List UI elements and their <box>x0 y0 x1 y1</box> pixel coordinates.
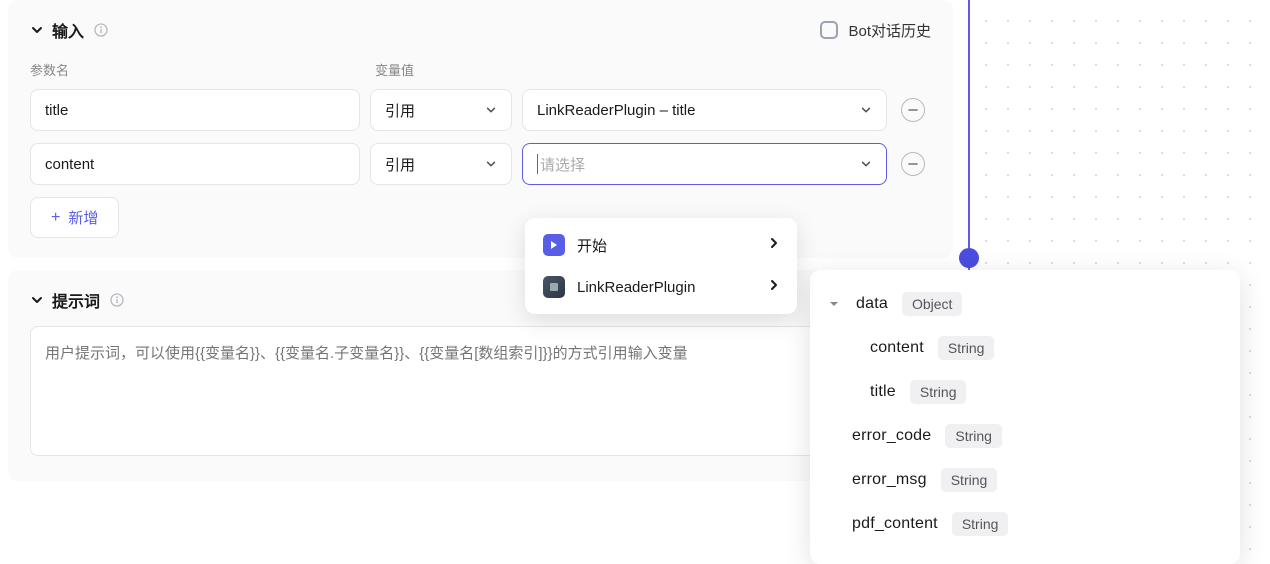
schema-field-type: Object <box>902 292 962 316</box>
schema-field-name: error_msg <box>852 471 927 489</box>
connection-node[interactable] <box>959 248 979 268</box>
param-name-input[interactable] <box>30 89 360 131</box>
plus-icon: + <box>51 209 60 227</box>
chevron-right-icon <box>769 236 779 255</box>
info-icon[interactable] <box>110 293 124 307</box>
schema-field-name: title <box>870 383 896 401</box>
mode-select-label: 引用 <box>385 100 415 121</box>
prompt-section-title: 提示词 <box>52 288 100 312</box>
dropdown-item-start[interactable]: 开始 <box>531 224 791 266</box>
schema-field-name: error_code <box>852 427 931 445</box>
schema-row-error-msg[interactable]: error_msg String <box>828 458 1222 502</box>
value-dropdown: 开始 LinkReaderPlugin <box>525 218 797 314</box>
value-select[interactable]: LinkReaderPlugin – title <box>522 89 887 131</box>
input-section: 输入 Bot对话历史 参数名 变量值 引用 LinkReaderP <box>8 0 953 258</box>
bot-history-checkbox[interactable] <box>820 21 838 39</box>
text-cursor <box>537 154 538 174</box>
schema-field-name: data <box>856 295 888 313</box>
add-button-label: 新增 <box>68 207 98 228</box>
dropdown-item-plugin[interactable]: LinkReaderPlugin <box>531 266 791 308</box>
param-row: 引用 LinkReaderPlugin – title <box>30 89 931 131</box>
dropdown-item-label: 开始 <box>577 235 757 256</box>
schema-field-type: String <box>945 424 1002 448</box>
chevron-right-icon <box>769 278 779 297</box>
input-section-header: 输入 Bot对话历史 <box>30 18 931 42</box>
value-select-label: LinkReaderPlugin – title <box>537 102 695 119</box>
schema-field-name: pdf_content <box>852 515 938 533</box>
start-icon <box>543 234 565 256</box>
schema-field-name: content <box>870 339 924 357</box>
chevron-down-icon <box>485 158 497 170</box>
collapse-icon[interactable] <box>30 293 44 307</box>
mode-select[interactable]: 引用 <box>370 143 512 185</box>
collapse-icon[interactable] <box>30 23 44 37</box>
chevron-down-icon <box>860 158 872 170</box>
column-param-label: 参数名 <box>30 60 360 79</box>
param-row: 引用 请选择 <box>30 143 931 185</box>
remove-row-button[interactable] <box>901 98 925 122</box>
value-select[interactable]: 请选择 <box>522 143 887 185</box>
schema-field-type: String <box>910 380 967 404</box>
schema-panel: data Object content String title String … <box>810 270 1240 564</box>
plugin-icon <box>543 276 565 298</box>
schema-field-type: String <box>952 512 1009 536</box>
schema-row-content[interactable]: content String <box>828 326 1222 370</box>
column-value-label: 变量值 <box>375 60 414 79</box>
chevron-down-icon <box>860 104 872 116</box>
add-param-button[interactable]: + 新增 <box>30 197 119 238</box>
schema-row-data[interactable]: data Object <box>828 282 1222 326</box>
info-icon[interactable] <box>94 23 108 37</box>
schema-row-title[interactable]: title String <box>828 370 1222 414</box>
schema-field-type: String <box>938 336 995 360</box>
chevron-down-icon <box>485 104 497 116</box>
bot-history-toggle[interactable]: Bot对话历史 <box>820 20 931 41</box>
dropdown-item-label: LinkReaderPlugin <box>577 279 757 296</box>
collapse-triangle-icon[interactable] <box>828 298 842 310</box>
remove-row-button[interactable] <box>901 152 925 176</box>
schema-row-pdf-content[interactable]: pdf_content String <box>828 502 1222 546</box>
mode-select-label: 引用 <box>385 154 415 175</box>
input-section-title: 输入 <box>52 18 84 42</box>
schema-row-error-code[interactable]: error_code String <box>828 414 1222 458</box>
value-select-placeholder: 请选择 <box>540 154 585 175</box>
bot-history-label: Bot对话历史 <box>848 20 931 41</box>
schema-field-type: String <box>941 468 998 492</box>
mode-select[interactable]: 引用 <box>370 89 512 131</box>
param-name-input[interactable] <box>30 143 360 185</box>
prompt-textarea[interactable] <box>30 326 931 456</box>
